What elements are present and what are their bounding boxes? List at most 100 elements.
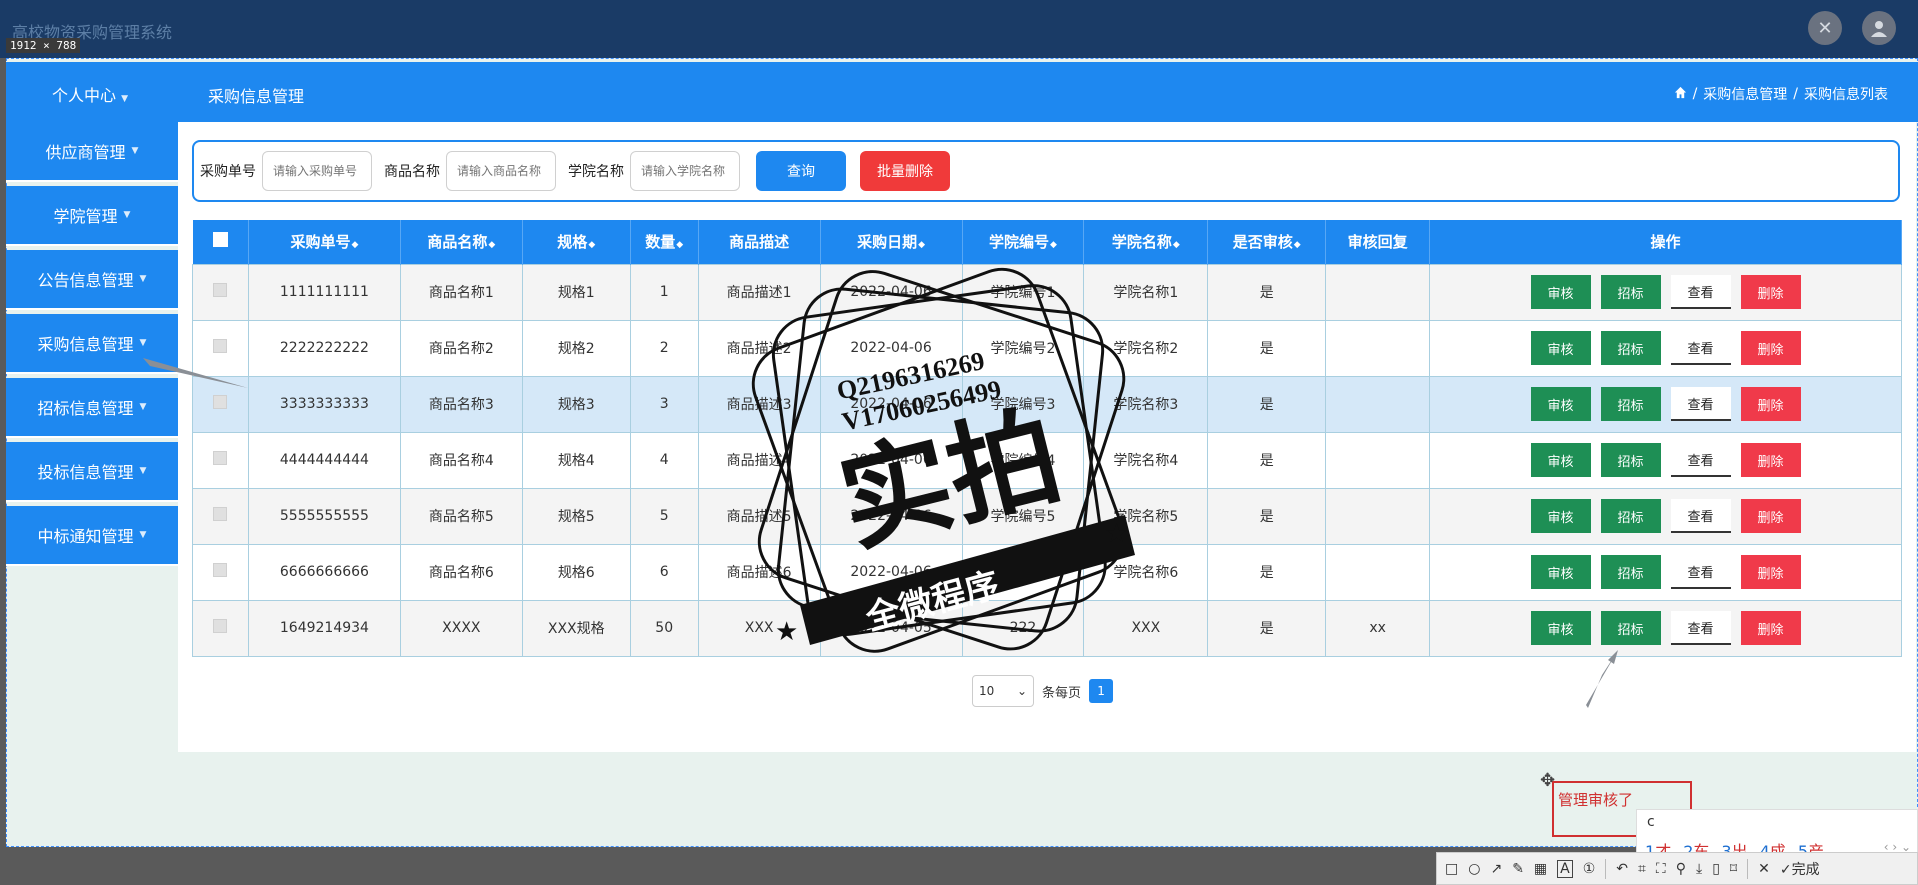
pin-icon[interactable]: ⚲ [1676, 861, 1686, 877]
actions-cell: 审核 招标 查看 删除 [1429, 431, 1902, 489]
audit-button[interactable]: 审核 [1530, 387, 1591, 421]
view-button[interactable]: 查看 [1670, 611, 1731, 645]
delete-button[interactable]: 删除 [1740, 443, 1801, 477]
column-header[interactable]: 商品名称◆ [400, 220, 523, 264]
row-checkbox[interactable] [213, 619, 228, 633]
sidebar-item-purchase[interactable]: 采购信息管理 ▼ [6, 314, 178, 374]
page-number-button[interactable]: 1 [1089, 679, 1114, 703]
tender-button[interactable]: 招标 [1600, 275, 1661, 309]
column-header[interactable]: 学院名称◆ [1083, 220, 1209, 264]
product-name-input[interactable] [446, 151, 556, 191]
sidebar-item-award[interactable]: 中标通知管理 ▼ [6, 506, 178, 566]
home-icon[interactable] [1674, 86, 1687, 103]
search-label: 采购单号 [200, 164, 256, 180]
table-row[interactable]: 1649214934 XXXX XXX规格 50 XXX 2022-04-05 222 XXX… [192, 599, 1902, 657]
pen-tool-icon[interactable]: ✎ [1512, 861, 1524, 877]
annotation-text: 管理审核了 [1558, 791, 1634, 809]
row-checkbox[interactable] [213, 451, 228, 465]
fullscreen-icon[interactable]: ✕ [1808, 11, 1842, 45]
download-icon[interactable]: ⤓ [1696, 861, 1702, 877]
sidebar-item-bid[interactable]: 投标信息管理 ▼ [6, 442, 178, 502]
column-header[interactable]: 数量◆ [630, 220, 699, 264]
column-header[interactable]: 采购单号◆ [248, 220, 401, 264]
row-checkbox[interactable] [213, 283, 228, 297]
delete-button[interactable]: 删除 [1740, 275, 1801, 309]
table-cell: 学院编号3 [961, 375, 1085, 433]
table-row[interactable]: 2222222222 商品名称2 规格2 2 商品描述2 2022-04-06 学院编号2 学… [192, 319, 1902, 377]
chevron-down-icon: ▼ [131, 146, 139, 156]
table-cell: 222 [961, 599, 1085, 657]
pagination: 10 ⌄ 条每页 1 [972, 675, 1114, 707]
tender-button[interactable]: 招标 [1600, 555, 1661, 589]
table-row[interactable]: 6666666666 商品名称6 规格6 6 商品描述6 2022-04-06 学院编号6 学… [192, 543, 1902, 601]
rectangle-tool-icon[interactable]: □ [1445, 861, 1458, 877]
table-row[interactable]: 1111111111 商品名称1 规格1 1 商品描述1 2022-04-06 学院编号1 学… [192, 263, 1902, 321]
table-row[interactable]: 3333333333 商品名称3 规格3 3 商品描述3 2022-04-06 学院编号3 学… [192, 375, 1902, 433]
mosaic-tool-icon[interactable]: ▦ [1534, 861, 1547, 877]
audit-button[interactable]: 审核 [1530, 331, 1591, 365]
tender-button[interactable]: 招标 [1600, 387, 1661, 421]
undo-icon[interactable]: ↶ [1616, 861, 1628, 877]
sidebar-item-college[interactable]: 学院管理 ▼ [6, 186, 178, 246]
done-button[interactable]: ✓完成 [1780, 859, 1820, 879]
view-button[interactable]: 查看 [1670, 275, 1731, 309]
view-button[interactable]: 查看 [1670, 387, 1731, 421]
table-row[interactable]: 5555555555 商品名称5 规格5 5 商品描述5 2022-04-06 学院编号5 学… [192, 487, 1902, 545]
text-tool-icon[interactable]: A [1557, 859, 1573, 878]
table-cell: 1649214934 [247, 599, 401, 657]
delete-button[interactable]: 删除 [1740, 611, 1801, 645]
arrow-tool-icon[interactable]: ↗ [1490, 861, 1502, 877]
close-icon[interactable]: ✕ [1758, 861, 1770, 877]
sidebar-item-tender[interactable]: 招标信息管理 ▼ [6, 378, 178, 438]
delete-button[interactable]: 删除 [1740, 387, 1801, 421]
audit-button[interactable]: 审核 [1530, 555, 1591, 589]
college-name-input[interactable] [630, 151, 740, 191]
row-checkbox[interactable] [213, 563, 228, 577]
row-checkbox[interactable] [213, 395, 228, 409]
tender-button[interactable]: 招标 [1600, 611, 1661, 645]
delete-button[interactable]: 删除 [1740, 499, 1801, 533]
ocr-icon[interactable]: ⛶ [1656, 861, 1666, 877]
breadcrumb-item: 采购信息列表 [1804, 87, 1888, 103]
copy-icon[interactable]: ▯ [1712, 861, 1720, 877]
row-checkbox[interactable] [213, 507, 228, 521]
audit-button[interactable]: 审核 [1530, 275, 1591, 309]
ellipse-tool-icon[interactable]: ○ [1468, 861, 1480, 877]
audit-button[interactable]: 审核 [1530, 611, 1591, 645]
column-header[interactable]: 规格◆ [522, 220, 631, 264]
audit-button[interactable]: 审核 [1530, 499, 1591, 533]
bookmark-icon[interactable]: ⌑ [1730, 861, 1737, 877]
breadcrumb-item[interactable]: 采购信息管理 [1703, 84, 1787, 104]
delete-button[interactable]: 删除 [1740, 331, 1801, 365]
tender-button[interactable]: 招标 [1600, 331, 1661, 365]
move-handle-icon[interactable]: ✥ [1540, 770, 1555, 791]
purchase-no-input[interactable] [262, 151, 372, 191]
query-button[interactable]: 查询 [756, 151, 846, 191]
tender-button[interactable]: 招标 [1600, 443, 1661, 477]
select-all-checkbox[interactable] [212, 232, 228, 248]
view-button[interactable]: 查看 [1670, 331, 1731, 365]
row-checkbox[interactable] [213, 339, 228, 353]
actions-cell: 审核 招标 查看 删除 [1429, 599, 1902, 657]
table-cell: 规格4 [521, 431, 631, 489]
crop-icon[interactable]: ⌗ [1638, 861, 1646, 877]
table-cell: 商品描述6 [697, 543, 821, 601]
personal-center-menu[interactable]: 个人中心 ▼ [52, 82, 128, 106]
user-avatar-icon[interactable] [1862, 11, 1896, 45]
batch-delete-button[interactable]: 批量删除 [860, 151, 950, 191]
sidebar-item-supplier[interactable]: 供应商管理 ▼ [6, 122, 178, 182]
view-button[interactable]: 查看 [1670, 499, 1731, 533]
delete-button[interactable]: 删除 [1740, 555, 1801, 589]
tender-button[interactable]: 招标 [1600, 499, 1661, 533]
main-content: 采购单号 商品名称 学院名称 查询 批量删除 采购单号◆ 商品名称◆ 规格◆ 数… [178, 122, 1916, 752]
number-tool-icon[interactable]: ① [1583, 861, 1596, 877]
column-header[interactable]: 采购日期◆ [820, 220, 963, 264]
view-button[interactable]: 查看 [1670, 443, 1731, 477]
view-button[interactable]: 查看 [1670, 555, 1731, 589]
page-size-select[interactable]: 10 ⌄ [972, 675, 1034, 707]
column-header[interactable]: 学院编号◆ [962, 220, 1085, 264]
table-row[interactable]: 4444444444 商品名称4 规格4 4 商品描述4 2022-04-06 学院编号4 学… [192, 431, 1902, 489]
sidebar-item-notice[interactable]: 公告信息管理 ▼ [6, 250, 178, 310]
column-header[interactable]: 是否审核◆ [1207, 220, 1327, 264]
audit-button[interactable]: 审核 [1530, 443, 1591, 477]
